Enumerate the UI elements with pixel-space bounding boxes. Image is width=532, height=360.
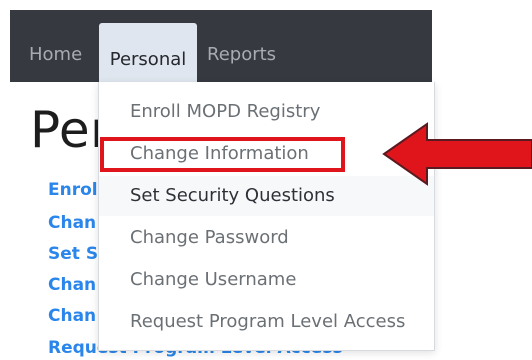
page-link-enroll[interactable]: Enrol [48, 178, 98, 202]
menu-item-request-program-level-access[interactable]: Request Program Level Access [99, 302, 434, 342]
highlight-box [100, 137, 345, 172]
menu-item-change-password[interactable]: Change Password [99, 218, 434, 258]
red-arrow-icon [382, 122, 532, 186]
nav-personal-menu[interactable]: Personal [99, 23, 197, 82]
page-link-change-information[interactable]: Chan [48, 211, 96, 235]
page-link-change-password[interactable]: Chan [48, 273, 96, 297]
menu-item-change-username[interactable]: Change Username [99, 260, 434, 300]
top-navbar: Home Personal Reports [10, 10, 432, 82]
page-link-change-username[interactable]: Chan [48, 304, 96, 328]
nav-home-link[interactable]: Home [29, 28, 82, 82]
screen: Home Personal Reports Per Enrol Chan Set… [0, 0, 532, 360]
nav-reports-link[interactable]: Reports [207, 28, 276, 82]
